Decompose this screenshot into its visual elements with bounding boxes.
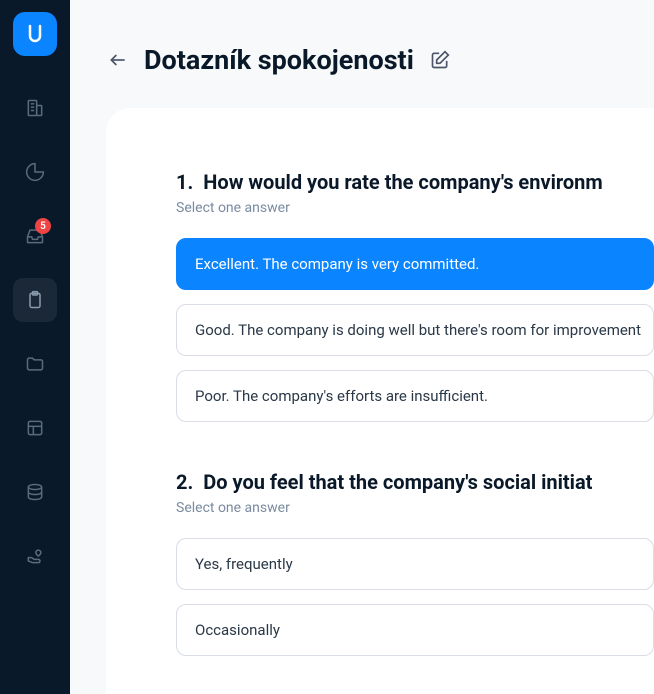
nav-analytics[interactable] (13, 150, 57, 194)
logo-icon (23, 22, 47, 46)
question-1: 1. How would you rate the company's envi… (176, 170, 654, 422)
back-button[interactable] (108, 50, 128, 70)
layout-icon (25, 418, 45, 438)
answer-option[interactable]: Occasionally (176, 604, 654, 656)
building-icon (25, 98, 45, 118)
database-icon (25, 482, 45, 502)
pie-chart-icon (25, 162, 45, 182)
nav-surveys[interactable] (13, 278, 57, 322)
hand-heart-icon (25, 546, 45, 566)
question-text: How would you rate the company's environ… (203, 170, 602, 194)
sidebar: 5 (0, 0, 70, 694)
question-number: 1. (176, 170, 193, 194)
question-text: Do you feel that the company's social in… (203, 470, 592, 494)
nav-layout[interactable] (13, 406, 57, 450)
clipboard-icon (25, 290, 45, 310)
inbox-badge: 5 (35, 218, 51, 234)
nav-building[interactable] (13, 86, 57, 130)
answer-option[interactable]: Yes, frequently (176, 538, 654, 590)
page-header: Dotazník spokojenosti (70, 0, 654, 108)
nav-inbox[interactable]: 5 (13, 214, 57, 258)
page-title: Dotazník spokojenosti (144, 44, 414, 76)
folder-icon (25, 354, 45, 374)
app-logo[interactable] (13, 12, 57, 56)
arrow-left-icon (108, 50, 128, 70)
question-hint: Select one answer (176, 200, 654, 216)
edit-icon (430, 50, 450, 70)
nav-files[interactable] (13, 342, 57, 386)
nav-give[interactable] (13, 534, 57, 578)
answer-option[interactable]: Poor. The company's efforts are insuffic… (176, 370, 654, 422)
question-2: 2. Do you feel that the company's social… (176, 470, 654, 656)
question-number: 2. (176, 470, 193, 494)
edit-button[interactable] (430, 50, 450, 70)
question-hint: Select one answer (176, 500, 654, 516)
answer-option[interactable]: Excellent. The company is very committed… (176, 238, 654, 290)
main-content: Dotazník spokojenosti 1. How would you r… (70, 0, 654, 694)
options-list: Yes, frequently Occasionally (176, 538, 654, 656)
survey-card: 1. How would you rate the company's envi… (106, 108, 654, 694)
options-list: Excellent. The company is very committed… (176, 238, 654, 422)
nav-data[interactable] (13, 470, 57, 514)
answer-option[interactable]: Good. The company is doing well but ther… (176, 304, 654, 356)
